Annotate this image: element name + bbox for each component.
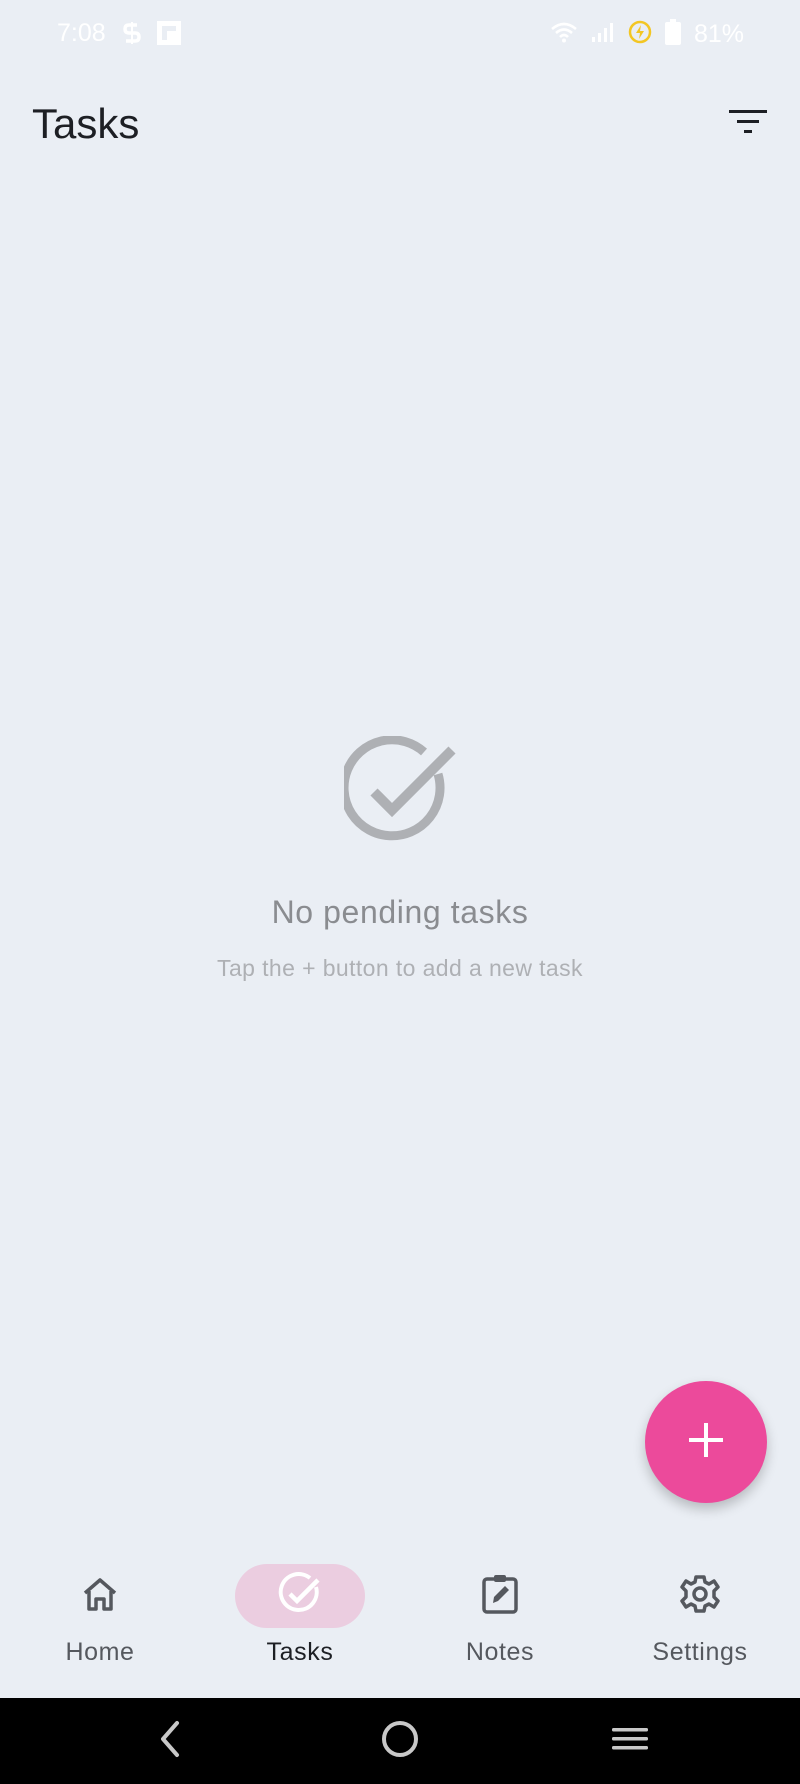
battery-saver-icon <box>628 20 652 49</box>
edit-note-icon <box>480 1573 520 1620</box>
nav-label-settings: Settings <box>652 1638 748 1666</box>
battery-icon <box>664 18 682 51</box>
system-back-button[interactable] <box>140 1718 200 1764</box>
back-icon <box>155 1719 185 1764</box>
nav-label-tasks: Tasks <box>266 1638 334 1666</box>
nav-item-settings[interactable]: Settings <box>600 1564 800 1684</box>
gear-icon <box>679 1573 721 1620</box>
signal-icon <box>590 21 616 48</box>
status-right-icons: 81% <box>550 18 744 51</box>
recents-icon <box>610 1723 650 1760</box>
nav-label-notes: Notes <box>465 1638 535 1666</box>
nav-item-notes[interactable]: Notes <box>400 1564 600 1684</box>
nav-item-tasks[interactable]: Tasks <box>200 1564 400 1684</box>
status-notification-icons <box>122 20 182 51</box>
status-bar: 7:08 81% <box>0 0 800 66</box>
status-time: 7:08 <box>57 19 106 47</box>
filter-list-icon <box>728 107 768 142</box>
nav-icon-container <box>635 1564 765 1628</box>
s-notification-icon <box>122 21 142 50</box>
system-home-button[interactable] <box>370 1718 430 1764</box>
nav-active-indicator <box>235 1564 365 1628</box>
page-title: Tasks <box>32 100 140 147</box>
check-circle-icon <box>339 735 456 848</box>
nav-label-home: Home <box>65 1638 135 1666</box>
app-bar: Tasks <box>0 80 800 168</box>
empty-title: No pending tasks <box>271 894 529 930</box>
nav-item-home[interactable]: Home <box>0 1564 200 1684</box>
filter-button[interactable] <box>726 104 770 144</box>
empty-subtitle: Tap the + button to add a new task <box>217 955 583 981</box>
home-circle-icon <box>380 1719 420 1764</box>
nav-icon-container <box>35 1564 165 1628</box>
empty-state: No pending tasks Tap the + button to add… <box>0 735 800 982</box>
system-nav-bar <box>0 1698 800 1784</box>
add-task-button[interactable] <box>645 1381 767 1503</box>
wifi-icon <box>550 21 578 48</box>
plus-icon <box>686 1420 726 1465</box>
battery-percent: 81% <box>693 20 744 48</box>
check-circle-icon <box>278 1571 322 1621</box>
nav-icon-container <box>435 1564 565 1628</box>
system-recents-button[interactable] <box>600 1718 660 1764</box>
bottom-nav: Home Tasks Notes Settings <box>0 1540 800 1698</box>
flipboard-icon <box>156 20 182 51</box>
home-icon <box>80 1574 120 1619</box>
